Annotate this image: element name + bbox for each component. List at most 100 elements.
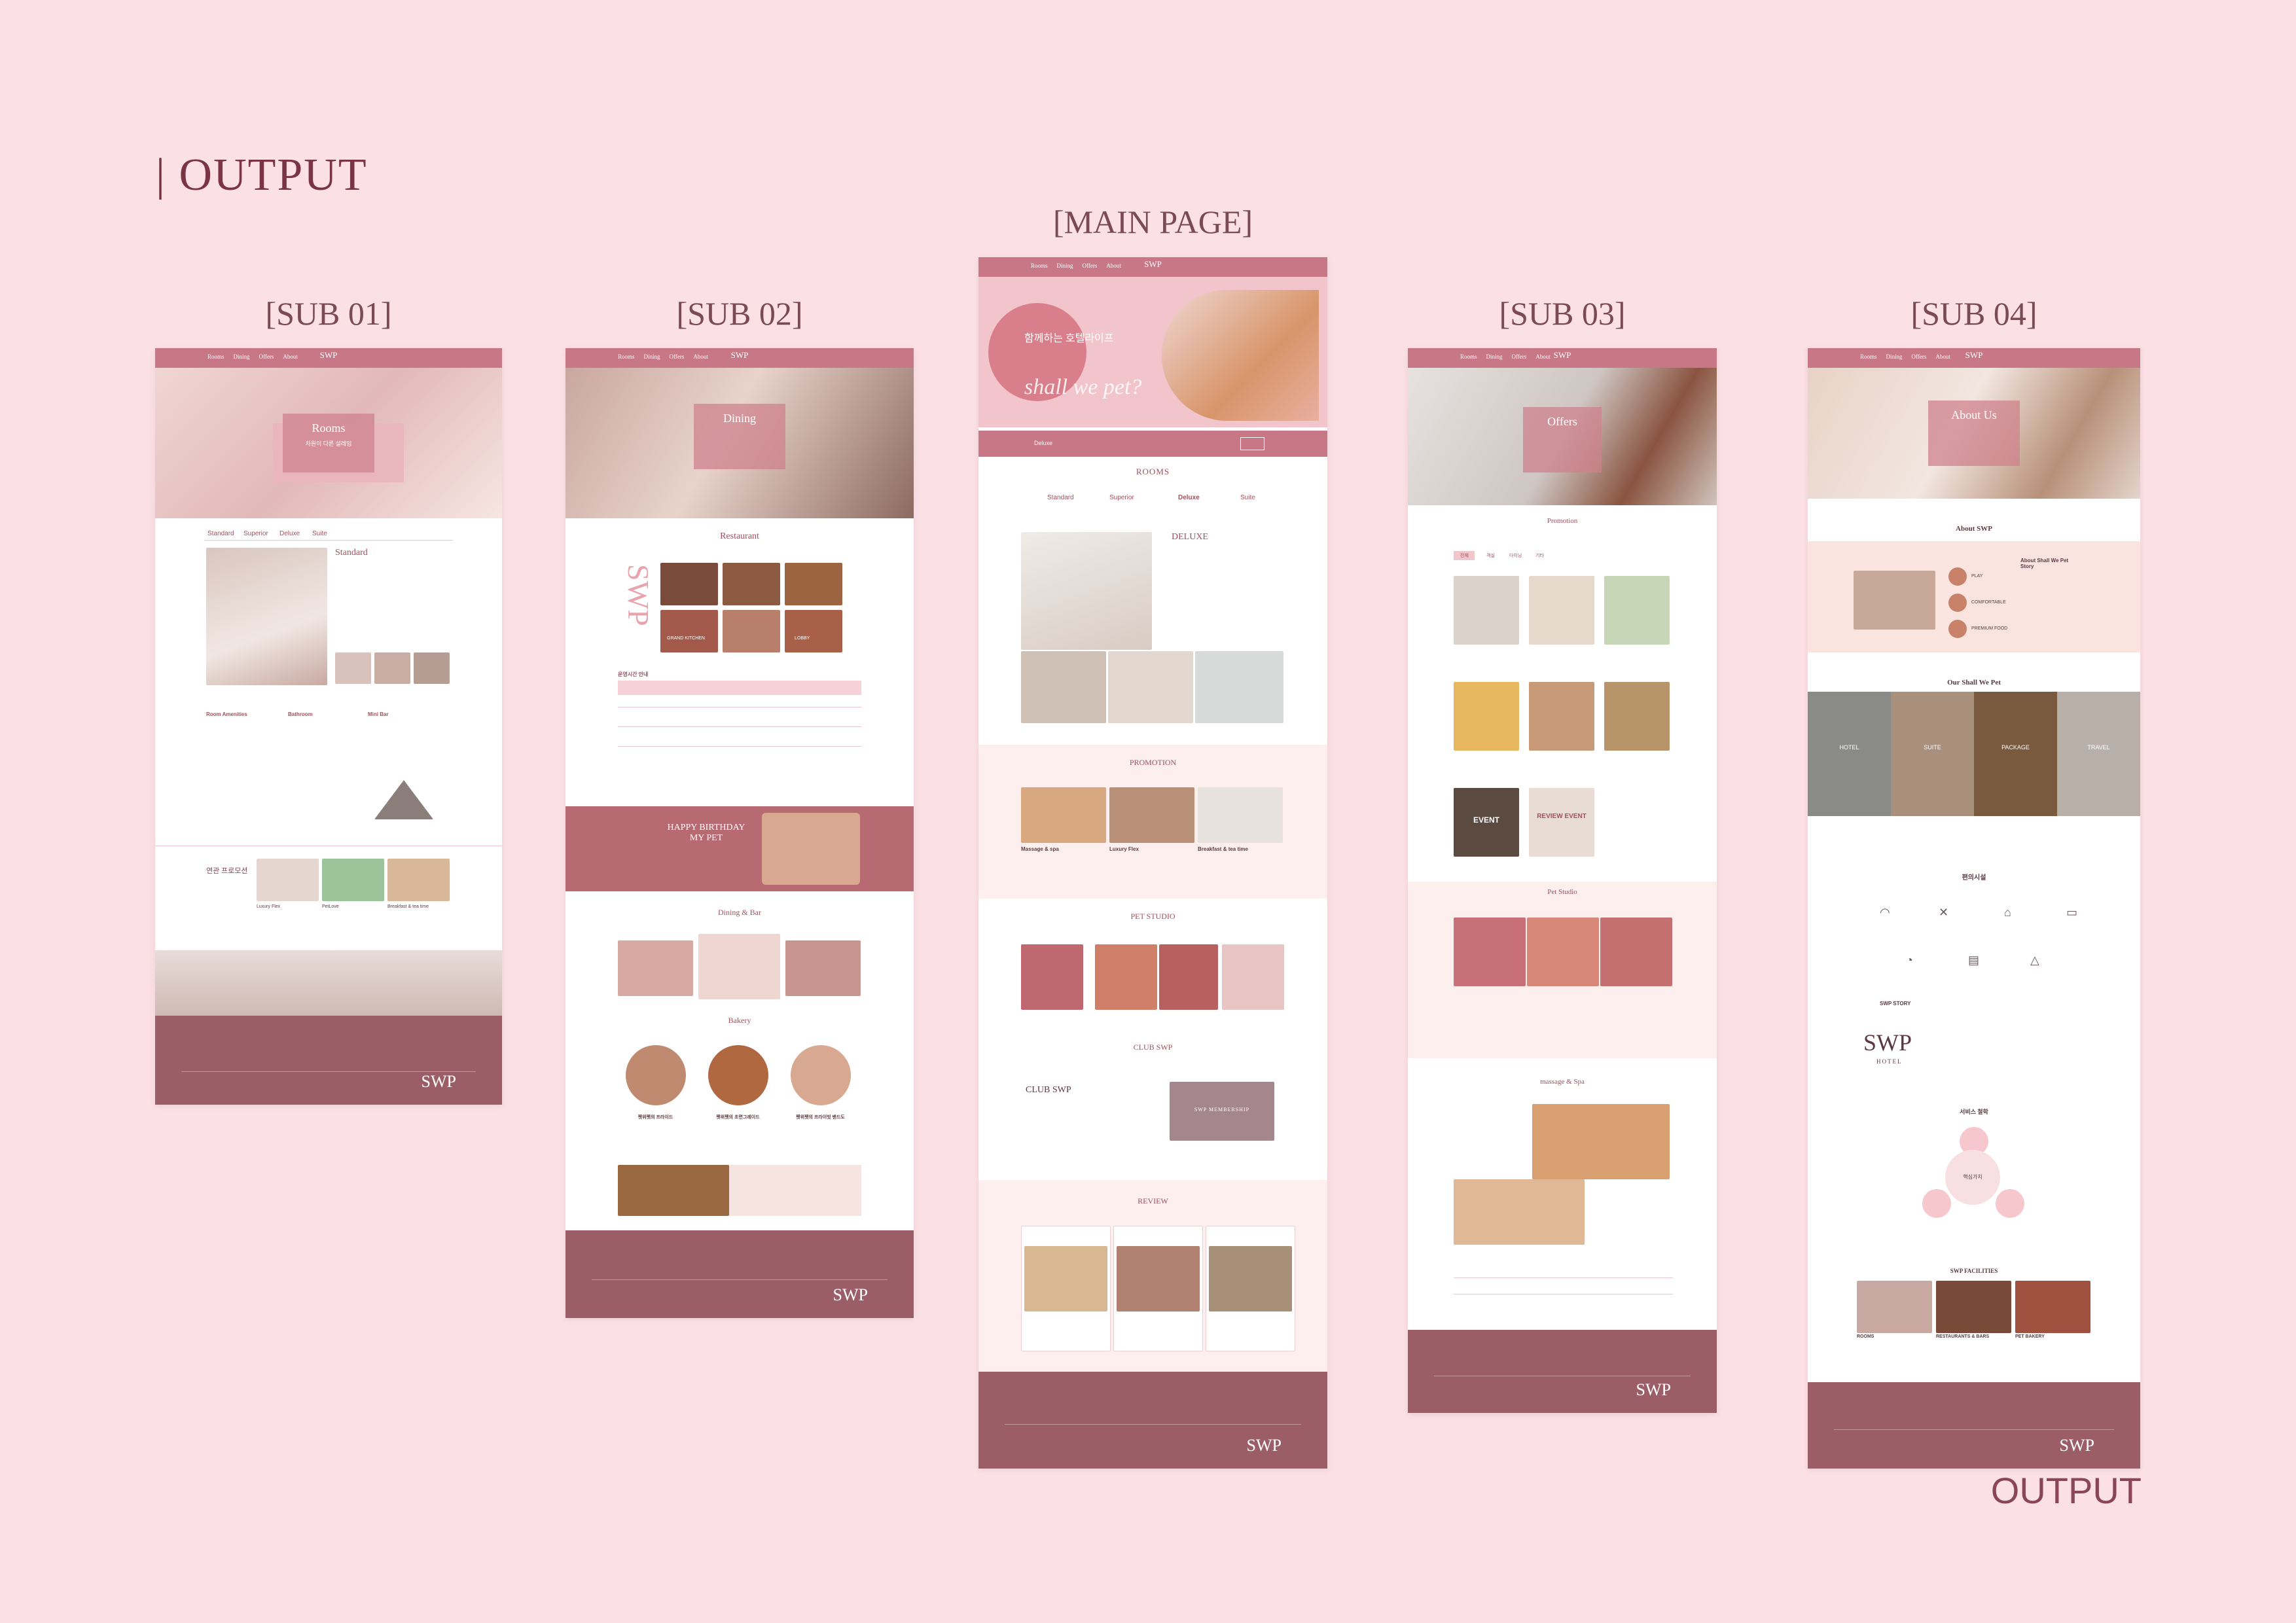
venue-image-2[interactable]: [723, 563, 780, 605]
tab-deluxe[interactable]: Deluxe: [279, 530, 300, 537]
nav-dining[interactable]: Dining: [234, 353, 250, 360]
membership-card[interactable]: SWP MEMBERSHIP: [1170, 1082, 1274, 1141]
dining-image-1[interactable]: [618, 940, 693, 996]
event-tile-1[interactable]: EVENT: [1454, 788, 1519, 857]
room-thumb-3[interactable]: [1195, 651, 1283, 723]
nav-rooms[interactable]: Rooms: [618, 353, 635, 360]
bakery-circle-3[interactable]: [791, 1045, 851, 1105]
review-card-2[interactable]: [1113, 1226, 1203, 1351]
nav-rooms[interactable]: Rooms: [1460, 353, 1477, 360]
promo-image-1[interactable]: [1021, 787, 1106, 843]
facility-image-rooms[interactable]: [1857, 1281, 1932, 1333]
hero-subtitle: 차원이 다른 설레임: [305, 440, 352, 447]
output-heading: | OUTPUT: [156, 150, 368, 200]
venue-image-5[interactable]: [723, 610, 780, 652]
main-hero: 함께하는 호텔라이프 shall we pet?: [978, 277, 1327, 427]
dining-image-3[interactable]: [785, 940, 861, 996]
room-name: DELUXE: [1172, 532, 1208, 542]
nav-offers[interactable]: Offers: [1512, 353, 1527, 360]
booking-room-select[interactable]: Deluxe: [1034, 440, 1052, 446]
nav-logo[interactable]: SWP: [1965, 350, 1983, 361]
studio-image-3[interactable]: [1600, 918, 1672, 986]
nav-logo[interactable]: SWP: [320, 350, 338, 361]
nav-offers[interactable]: Offers: [1083, 262, 1098, 269]
nav-rooms[interactable]: Rooms: [1031, 262, 1048, 269]
promo-image-3[interactable]: [1198, 787, 1283, 843]
nav-about[interactable]: About: [1935, 353, 1950, 360]
studio-image-3[interactable]: [1159, 944, 1218, 1010]
thumb-3[interactable]: [414, 652, 450, 684]
room-tab-superior[interactable]: Superior: [1109, 494, 1134, 501]
our-image-hotel[interactable]: HOTEL: [1808, 692, 1891, 816]
dining-image-2[interactable]: [698, 934, 780, 999]
offer-image-6[interactable]: [1604, 682, 1670, 751]
studio-image-4[interactable]: [1222, 944, 1284, 1010]
thumb-2[interactable]: [374, 652, 410, 684]
event-tile-2[interactable]: REVIEW EVENT: [1529, 788, 1594, 857]
pet-tent-image: [374, 780, 433, 819]
nav-about[interactable]: About: [693, 353, 708, 360]
tab-dining[interactable]: 다이닝: [1509, 552, 1522, 559]
promo-image-1[interactable]: [257, 859, 319, 901]
nav-logo[interactable]: SWP: [731, 350, 749, 361]
nav-about[interactable]: About: [1106, 262, 1121, 269]
promo-image-3[interactable]: [387, 859, 450, 901]
nav-about[interactable]: About: [1535, 353, 1551, 360]
room-thumb-1[interactable]: [1021, 651, 1106, 723]
offer-image-1[interactable]: [1454, 576, 1519, 645]
facility-image-bakery[interactable]: [2015, 1281, 2090, 1333]
tab-standard[interactable]: Standard: [207, 530, 234, 537]
bakery-circle-2[interactable]: [708, 1045, 768, 1105]
room-thumb-2[interactable]: [1108, 651, 1193, 723]
our-image-package[interactable]: PACKAGE: [1974, 692, 2057, 816]
studio-image-1[interactable]: [1454, 918, 1526, 986]
tab-other[interactable]: 기타: [1535, 552, 1544, 559]
facility-image-restaurants[interactable]: [1936, 1281, 2011, 1333]
sub01-page: Rooms Dining Offers About SWP Rooms 차원이 다른 …: [155, 348, 502, 1105]
room-tab-suite[interactable]: Suite: [1240, 494, 1255, 501]
review-card-3[interactable]: [1206, 1226, 1295, 1351]
tab-rooms[interactable]: 객실: [1486, 552, 1495, 559]
nav-rooms[interactable]: Rooms: [207, 353, 224, 360]
venue-image-3[interactable]: [785, 563, 842, 605]
footer-logo: SWP: [1246, 1436, 1282, 1455]
nav-dining[interactable]: Dining: [1886, 353, 1903, 360]
room-tab-deluxe[interactable]: Deluxe: [1178, 494, 1200, 501]
hero-title: Offers: [1547, 415, 1577, 428]
offer-image-4[interactable]: [1454, 682, 1519, 751]
booking-search-button[interactable]: [1240, 437, 1265, 450]
nav-dining[interactable]: Dining: [1486, 353, 1503, 360]
promo-image-2[interactable]: [1109, 787, 1194, 843]
studio-image-2[interactable]: [1527, 918, 1599, 986]
promo-image-2[interactable]: [322, 859, 384, 901]
about-item-comfortable: COMFORTABLE: [1971, 600, 2006, 605]
offer-image-2[interactable]: [1529, 576, 1594, 645]
bed-facility-icon: ▭: [2066, 906, 2078, 919]
bread-image: [618, 1165, 729, 1216]
nav-offers[interactable]: Offers: [670, 353, 685, 360]
nav-about[interactable]: About: [283, 353, 298, 360]
nav-logo[interactable]: SWP: [1554, 350, 1571, 361]
nav-offers[interactable]: Offers: [1912, 353, 1927, 360]
tab-suite[interactable]: Suite: [312, 530, 327, 537]
bakery-circle-1[interactable]: [626, 1045, 686, 1105]
our-image-suite[interactable]: SUITE: [1891, 692, 1974, 816]
room-tab-standard[interactable]: Standard: [1047, 494, 1074, 501]
thumb-1[interactable]: [335, 652, 371, 684]
venue-image-1[interactable]: [660, 563, 718, 605]
tab-superior[interactable]: Superior: [243, 530, 268, 537]
nav-logo[interactable]: SWP: [1144, 259, 1162, 270]
review-card-1[interactable]: [1021, 1226, 1111, 1351]
nav-rooms[interactable]: Rooms: [1860, 353, 1877, 360]
studio-image-2[interactable]: [1095, 944, 1157, 1010]
venue-image-4[interactable]: [660, 610, 718, 652]
tab-all[interactable]: 전체: [1460, 552, 1469, 559]
offer-image-3[interactable]: [1604, 576, 1670, 645]
nav-dining[interactable]: Dining: [644, 353, 660, 360]
venue-image-6[interactable]: [785, 610, 842, 652]
our-image-travel[interactable]: TRAVEL: [2057, 692, 2140, 816]
nav-dining[interactable]: Dining: [1057, 262, 1073, 269]
studio-image-1[interactable]: [1021, 944, 1083, 1010]
offer-image-5[interactable]: [1529, 682, 1594, 751]
nav-offers[interactable]: Offers: [259, 353, 274, 360]
